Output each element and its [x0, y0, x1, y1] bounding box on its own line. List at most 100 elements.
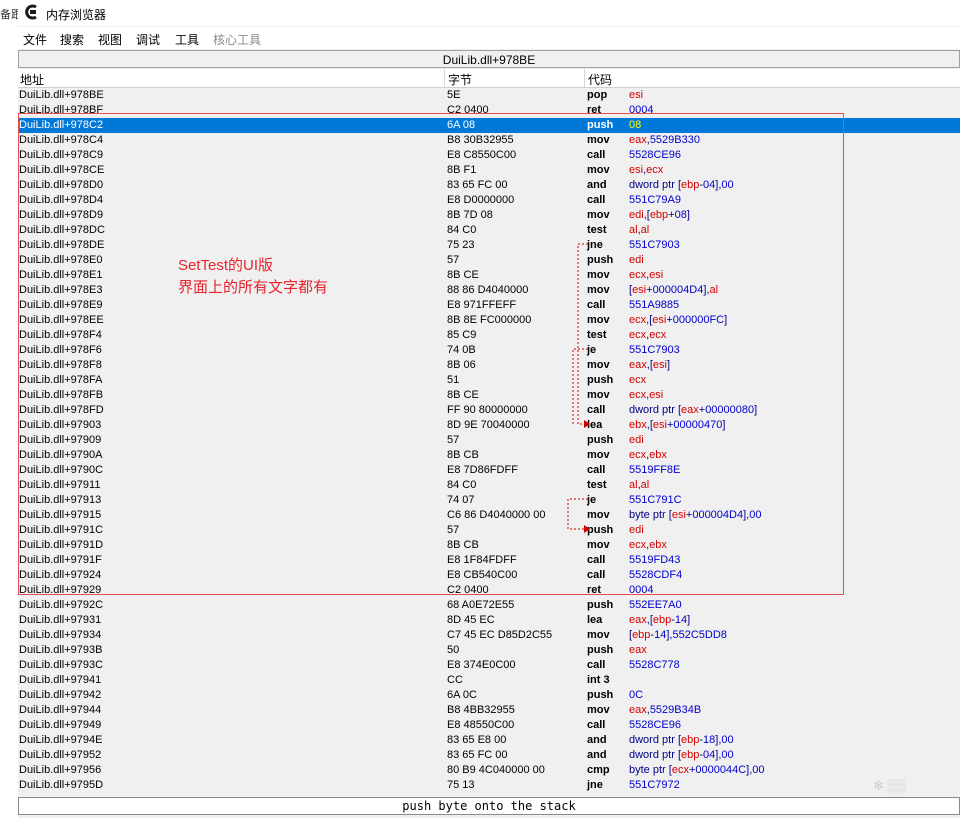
menu-search[interactable]: 搜索: [60, 31, 84, 48]
instruction-bytes: 8B CE: [447, 269, 479, 281]
instruction-opcode: and: [587, 749, 607, 761]
instruction-bytes: E8 971FFEFF: [447, 299, 517, 311]
instruction-operands: 5519FF8E: [629, 464, 681, 476]
instruction-bytes: 88 86 D4040000: [447, 284, 529, 296]
instruction-address: DuiLib.dll+97941: [19, 674, 102, 686]
instruction-bytes: 85 C9: [447, 329, 477, 341]
instruction-row[interactable]: DuiLib.dll+97903 8D 9E 70040000 lea ebx,[es…: [18, 418, 960, 433]
instruction-address: DuiLib.dll+978C4: [19, 134, 104, 146]
instruction-row[interactable]: DuiLib.dll+978CE 8B F1 mov esi,ecx: [18, 163, 960, 178]
instruction-row[interactable]: DuiLib.dll+97944 B8 4BB32955 mov eax,5529B3…: [18, 703, 960, 718]
instruction-row[interactable]: DuiLib.dll+9791D 8B CB mov ecx,ebx: [18, 538, 960, 553]
menu-view[interactable]: 视图: [98, 31, 122, 48]
menu-tools[interactable]: 工具: [175, 31, 199, 48]
instruction-row[interactable]: DuiLib.dll+9791F E8 1F84FDFF call 5519FD43: [18, 553, 960, 568]
instruction-row[interactable]: DuiLib.dll+97941 CC int 3: [18, 673, 960, 688]
instruction-bytes: 75 13: [447, 779, 475, 791]
column-code[interactable]: 代码: [588, 71, 612, 88]
instruction-operands: 0004: [629, 104, 654, 116]
instruction-row[interactable]: DuiLib.dll+978D0 83 65 FC 00 and dword ptr …: [18, 178, 960, 193]
disassembler-view[interactable]: 地址 字节 代码 DuiLib.dll+978BE 5E pop esi DuiLib.…: [18, 69, 960, 796]
instruction-row[interactable]: DuiLib.dll+978D4 E8 D0000000 call 551C79A9: [18, 193, 960, 208]
instruction-opcode: mov: [587, 164, 610, 176]
instruction-bytes: 84 C0: [447, 479, 477, 491]
instruction-row[interactable]: DuiLib.dll+978C2 6A 08 push 08: [18, 118, 960, 133]
instruction-bytes: 57: [447, 254, 460, 266]
background-window-text: 备跟: [0, 9, 18, 21]
instruction-row[interactable]: DuiLib.dll+978C9 E8 C8550C00 call 5528CE96: [18, 148, 960, 163]
instruction-row[interactable]: DuiLib.dll+9790A 8B CB mov ecx,ebx: [18, 448, 960, 463]
instruction-row[interactable]: DuiLib.dll+978C4 B8 30B32955 mov eax,5529B3…: [18, 133, 960, 148]
instruction-row[interactable]: DuiLib.dll+97913 74 07 je 551C791C: [18, 493, 960, 508]
instruction-row[interactable]: DuiLib.dll+978FA 51 push ecx: [18, 373, 960, 388]
instruction-row[interactable]: DuiLib.dll+978F8 8B 06 mov eax,[esi]: [18, 358, 960, 373]
instruction-address: DuiLib.dll+978FB: [19, 389, 104, 401]
instruction-operands: dword ptr [ebp-18],00: [629, 734, 734, 746]
instruction-row[interactable]: DuiLib.dll+978DE 75 23 jne 551C7903: [18, 238, 960, 253]
instruction-row[interactable]: DuiLib.dll+9793B 50 push eax: [18, 643, 960, 658]
instruction-row[interactable]: DuiLib.dll+978E0 57 push edi: [18, 253, 960, 268]
instruction-opcode: test: [587, 329, 607, 341]
instruction-row[interactable]: DuiLib.dll+978DC 84 C0 test al,al: [18, 223, 960, 238]
menu-file[interactable]: 文件: [23, 31, 47, 48]
instruction-address: DuiLib.dll+97909: [19, 434, 102, 446]
column-address[interactable]: 地址: [20, 71, 44, 88]
instruction-opcode: push: [587, 119, 614, 131]
instruction-row[interactable]: DuiLib.dll+9790C E8 7D86FDFF call 5519FF8E: [18, 463, 960, 478]
background-window-edge: 备跟: [0, 0, 18, 818]
menu-debug[interactable]: 调试: [136, 31, 160, 48]
instruction-row[interactable]: DuiLib.dll+9795D 75 13 jne 551C7972: [18, 778, 960, 793]
instruction-row[interactable]: DuiLib.dll+978FD FF 90 80000000 call dword …: [18, 403, 960, 418]
instruction-address: DuiLib.dll+9795D: [19, 779, 104, 791]
instruction-bytes: 8D 9E 70040000: [447, 419, 530, 431]
instruction-row[interactable]: DuiLib.dll+978BE 5E pop esi: [18, 88, 960, 103]
instruction-bytes: 8D 45 EC: [447, 614, 495, 626]
instruction-row[interactable]: DuiLib.dll+9791C 57 push edi: [18, 523, 960, 538]
instruction-bytes: 8B 8E FC000000: [447, 314, 532, 326]
instruction-operands: 552EE7A0: [629, 599, 682, 611]
instruction-operands: 0004: [629, 584, 654, 596]
instruction-row[interactable]: DuiLib.dll+978E9 E8 971FFEFF call 551A9885: [18, 298, 960, 313]
current-address: DuiLib.dll+978BE: [442, 53, 536, 67]
instruction-row[interactable]: DuiLib.dll+9794E 83 65 E8 00 and dword ptr …: [18, 733, 960, 748]
instruction-bytes: 57: [447, 524, 460, 536]
instruction-address: DuiLib.dll+9791D: [19, 539, 104, 551]
instruction-row[interactable]: DuiLib.dll+97924 E8 CB540C00 call 5528CDF4: [18, 568, 960, 583]
instruction-row[interactable]: DuiLib.dll+9792C 68 A0E72E55 push 552EE7A0: [18, 598, 960, 613]
instruction-operands: [ebp-14],552C5DD8: [629, 629, 727, 641]
instruction-address: DuiLib.dll+97934: [19, 629, 102, 641]
instruction-row[interactable]: DuiLib.dll+978EE 8B 8E FC000000 mov ecx,[es…: [18, 313, 960, 328]
instruction-address: DuiLib.dll+978EE: [19, 314, 104, 326]
instruction-row[interactable]: DuiLib.dll+978F4 85 C9 test ecx,ecx: [18, 328, 960, 343]
instruction-row[interactable]: DuiLib.dll+97915 C6 86 D4040000 00 mov byte…: [18, 508, 960, 523]
instruction-bytes: 80 B9 4C040000 00: [447, 764, 545, 776]
instruction-row[interactable]: DuiLib.dll+978E3 88 86 D4040000 mov [esi+00…: [18, 283, 960, 298]
instruction-row[interactable]: DuiLib.dll+97956 80 B9 4C040000 00 cmp byte…: [18, 763, 960, 778]
instruction-row[interactable]: DuiLib.dll+97911 84 C0 test al,al: [18, 478, 960, 493]
instruction-row[interactable]: DuiLib.dll+97931 8D 45 EC lea eax,[ebp-14]: [18, 613, 960, 628]
column-divider[interactable]: [444, 69, 445, 87]
instruction-row[interactable]: DuiLib.dll+97934 C7 45 EC D85D2C55 mov [ebp…: [18, 628, 960, 643]
instruction-row[interactable]: DuiLib.dll+978FB 8B CE mov ecx,esi: [18, 388, 960, 403]
instruction-row[interactable]: DuiLib.dll+97952 83 65 FC 00 and dword ptr …: [18, 748, 960, 763]
column-bytes[interactable]: 字节: [448, 71, 472, 88]
instruction-operands: 551C79A9: [629, 194, 681, 206]
instruction-opcode: push: [587, 599, 614, 611]
instruction-row[interactable]: DuiLib.dll+97929 C2 0400 ret 0004: [18, 583, 960, 598]
instruction-address: DuiLib.dll+9793C: [19, 659, 104, 671]
instruction-row[interactable]: DuiLib.dll+978E1 8B CE mov ecx,esi: [18, 268, 960, 283]
instruction-row[interactable]: DuiLib.dll+9793C E8 374E0C00 call 5528C778: [18, 658, 960, 673]
instruction-address: DuiLib.dll+9790C: [19, 464, 104, 476]
column-divider[interactable]: [584, 69, 585, 87]
app-icon: [25, 4, 37, 20]
instruction-address: DuiLib.dll+978E3: [19, 284, 103, 296]
instruction-row[interactable]: DuiLib.dll+97949 E8 48550C00 call 5528CE96: [18, 718, 960, 733]
instruction-row[interactable]: DuiLib.dll+978BF C2 0400 ret 0004: [18, 103, 960, 118]
instruction-row[interactable]: DuiLib.dll+97909 57 push edi: [18, 433, 960, 448]
instruction-opcode: push: [587, 689, 614, 701]
address-bar[interactable]: DuiLib.dll+978BE: [18, 50, 960, 68]
instruction-row[interactable]: DuiLib.dll+978D9 8B 7D 08 mov edi,[ebp+08]: [18, 208, 960, 223]
instruction-row[interactable]: DuiLib.dll+97942 6A 0C push 0C: [18, 688, 960, 703]
instruction-row[interactable]: DuiLib.dll+978F6 74 0B je 551C7903: [18, 343, 960, 358]
instruction-address: DuiLib.dll+978E9: [19, 299, 103, 311]
